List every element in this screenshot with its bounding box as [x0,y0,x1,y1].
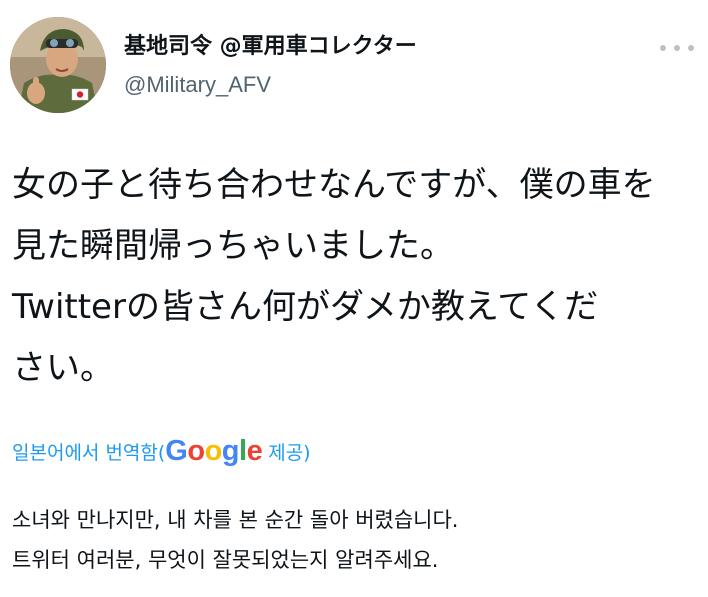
more-options-icon-dot [688,45,694,51]
tweet-text-line: 女の子と待ち合わせなんですが、僕の車を [12,165,656,205]
more-options-icon-dot [674,45,680,51]
tweet: 基地司令 @軍用車コレクター @Military_AFV 女の子と待ち合わせなん… [0,0,708,597]
more-options-icon [660,45,666,51]
author-handle[interactable]: @Military_AFV [124,71,417,99]
tweet-text: 女の子と待ち合わせなんですが、僕の車を 見た瞬間帰っちゃいました。 Twitte… [12,155,702,399]
translated-text: 소녀와 만나지만, 내 차를 본 순간 돌아 버렸습니다. 트위터 여러분, 무… [12,500,702,580]
tweet-text-line: さい。 [12,348,114,388]
translate-attribution-link[interactable]: 일본어에서 번역함( Google 제공) [12,436,311,466]
translate-prefix: 일본어에서 번역함( [12,441,166,464]
user-avatar-photo-icon [10,17,106,113]
translated-text-line: 소녀와 만나지만, 내 차를 본 순간 돌아 버렸습니다. [12,508,459,532]
author-display-name[interactable]: 基地司令 @軍用車コレクター [124,33,417,61]
google-logo: Google [165,435,263,467]
user-avatar[interactable] [10,17,106,113]
translated-text-line: 트위터 여러분, 무엇이 잘못되었는지 알려주세요. [12,548,439,572]
author-info: 基地司令 @軍用車コレクター @Military_AFV [124,33,417,99]
tweet-text-line: 見た瞬間帰っちゃいました。 [12,226,454,266]
tweet-text-line: Twitterの皆さん何がダメか教えてくだ [12,287,599,327]
more-options-button[interactable] [660,38,694,58]
translate-suffix: 제공) [268,441,311,464]
